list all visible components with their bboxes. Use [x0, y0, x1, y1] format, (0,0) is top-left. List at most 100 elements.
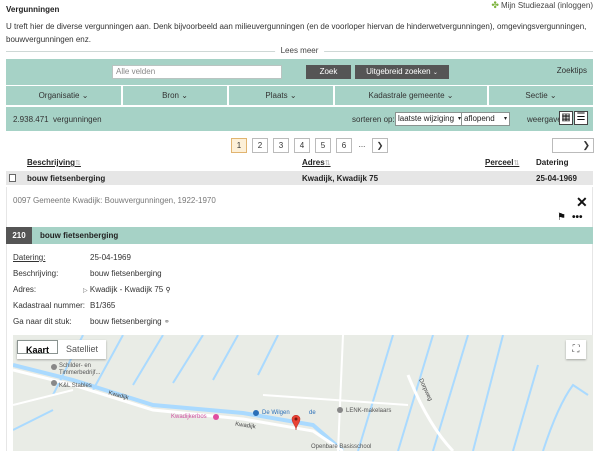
- column-perceel[interactable]: Perceel⇅: [485, 158, 519, 167]
- list-view-icon[interactable]: ☰: [574, 111, 588, 125]
- map-label-wilgen-suffix: de: [309, 410, 316, 416]
- facet-bar: Organisatie ⌄ Bron ⌄ Plaats ⌄ Kadastrale…: [6, 86, 593, 105]
- facet-label: Sectie: [525, 91, 548, 100]
- page-6[interactable]: 6: [336, 138, 352, 153]
- tab-satelliet[interactable]: Satelliet: [58, 340, 106, 359]
- next-page-button[interactable]: ❯: [372, 138, 388, 153]
- order-select[interactable]: aflopend ▾: [461, 112, 510, 126]
- field-value-datering: 25-04-1969: [90, 253, 131, 262]
- record-title: bouw fietsenberging: [40, 231, 119, 240]
- facet-organisatie[interactable]: Organisatie ⌄: [6, 86, 121, 105]
- map-label-kwadijkerbos: Kwadijkerbos: [171, 414, 207, 420]
- page-1[interactable]: 1: [231, 138, 247, 153]
- map-label-kl-stables: K&L Stables: [59, 383, 92, 389]
- map-label-schilder: Schilder- en: [59, 363, 92, 369]
- results-bar: 2.938.471 vergunningen sorteren op: laat…: [6, 107, 593, 131]
- zoektips-link[interactable]: Zoektips: [557, 66, 587, 75]
- sort-label: sorteren op:: [352, 115, 395, 124]
- facet-label: Bron: [162, 91, 179, 100]
- intro-text: U treft hier de diverse vergunningen aan…: [6, 22, 587, 44]
- column-beschrijving[interactable]: Beschrijving⇅: [27, 158, 81, 167]
- table-row[interactable]: bouw fietsenberging Kwadijk, Kwadijk 75 …: [6, 171, 593, 185]
- login-label: Mijn Studiezaal (inloggen): [500, 1, 593, 10]
- field-value-ga-naar[interactable]: bouw fietsenberging ⚭: [90, 317, 170, 326]
- page-5[interactable]: 5: [315, 138, 331, 153]
- chevron-down-icon: ⌄: [287, 91, 297, 100]
- adres-value: Kwadijk - Kwadijk 75: [89, 285, 164, 294]
- chevron-down-icon: ⌄: [178, 91, 188, 100]
- poi-marker-icon: [213, 414, 219, 420]
- zoek-button[interactable]: Zoek: [306, 65, 351, 79]
- tab-kaart[interactable]: Kaart: [17, 340, 59, 355]
- library-icon[interactable]: ⚑: [557, 212, 566, 223]
- map-label-wilgen: De Wilgen: [262, 410, 290, 416]
- poi-marker-icon: [51, 364, 57, 370]
- fullscreen-icon[interactable]: ⛶: [566, 340, 586, 359]
- page-2[interactable]: 2: [252, 138, 268, 153]
- page-4[interactable]: 4: [294, 138, 310, 153]
- field-label-ga-naar: Ga naar dit stuk:: [13, 317, 72, 326]
- column-datering: Datering: [536, 158, 569, 167]
- login-link[interactable]: ✤ Mijn Studiezaal (inloggen): [491, 0, 593, 11]
- lees-meer-wrap: Lees meer: [6, 46, 593, 56]
- pagination-ellipsis: ...: [357, 138, 367, 153]
- field-label-adres: Adres:: [13, 285, 37, 294]
- field-label-beschrijving: Beschrijving:: [13, 269, 59, 278]
- grid-view-icon[interactable]: ▦: [559, 111, 573, 125]
- facet-bron[interactable]: Bron ⌄: [123, 86, 227, 105]
- detail-tools: ⚑ •••: [557, 212, 582, 223]
- uitgebreid-label: Uitgebreid zoeken: [366, 67, 431, 76]
- order-value: aflopend: [464, 114, 495, 123]
- sort-icon: ⇅: [513, 160, 520, 167]
- sort-select[interactable]: laatste wijziging ▾: [395, 112, 464, 126]
- chevron-down-icon: ⌄: [547, 91, 557, 100]
- field-label-datering: Datering:: [13, 253, 46, 262]
- map-label-timmerbedrijf: Timmerbedrijf...: [59, 370, 101, 376]
- count-value: 2.938.471: [13, 115, 49, 124]
- map-label-lenk: LENK-makelaars: [346, 408, 392, 414]
- search-input[interactable]: Alle velden: [112, 65, 282, 79]
- facet-label: Kadastrale gemeente: [368, 91, 445, 100]
- search-bar: Alle velden Zoek Uitgebreid zoeken ⌄ Zoe…: [6, 59, 593, 85]
- detail-source: 0097 Gemeente Kwadijk: Bouwvergunningen,…: [13, 196, 216, 205]
- search-icon[interactable]: ⚲: [165, 287, 170, 294]
- chevron-right-icon: ❯: [376, 141, 384, 150]
- field-value-kadastraal: B1/365: [90, 301, 116, 310]
- field-value-adres[interactable]: ▷ Kwadijk - Kwadijk 75 ⚲: [83, 285, 171, 294]
- uitgebreid-zoeken-button[interactable]: Uitgebreid zoeken ⌄: [355, 65, 449, 79]
- chevron-right-icon: ❯: [582, 140, 590, 150]
- facet-plaats[interactable]: Plaats ⌄: [229, 86, 333, 105]
- poi-marker-icon: [253, 410, 259, 416]
- close-icon[interactable]: ✕: [576, 195, 588, 209]
- sort-icon: ⇅: [324, 160, 331, 167]
- facet-label: Organisatie: [38, 91, 80, 100]
- map[interactable]: Kaart Satelliet ⛶ Schilder- en Timmerbed…: [13, 335, 593, 451]
- expand-triangle-icon: ▷: [83, 288, 88, 294]
- stuk-link: bouw fietsenberging: [90, 317, 162, 326]
- record-number: 210: [6, 227, 32, 244]
- row-datering: 25-04-1969: [536, 174, 577, 183]
- facet-label: Plaats: [265, 91, 288, 100]
- lees-meer-link[interactable]: Lees meer: [274, 46, 325, 55]
- page-jump-button[interactable]: ❯: [552, 138, 594, 153]
- column-label: Beschrijving: [27, 158, 76, 167]
- page-3[interactable]: 3: [273, 138, 289, 153]
- link-icon: ⚭: [163, 319, 170, 326]
- column-label: Adres: [302, 158, 325, 167]
- poi-marker-icon: [337, 407, 343, 413]
- document-icon: [9, 174, 16, 182]
- row-beschrijving: bouw fietsenberging: [27, 174, 106, 183]
- more-icon[interactable]: •••: [572, 212, 583, 223]
- leaf-icon: ✤: [491, 0, 499, 10]
- poi-marker-icon: [51, 380, 57, 386]
- chevron-down-icon: ⌄: [444, 91, 454, 100]
- map-label-school: Openbare Basisschool: [311, 444, 372, 450]
- sort-icon: ⇅: [75, 160, 81, 167]
- chevron-down-icon: ⌄: [432, 70, 438, 76]
- facet-kadastrale-gemeente[interactable]: Kadastrale gemeente ⌄: [335, 86, 487, 105]
- sort-value: laatste wijziging: [398, 114, 455, 123]
- field-value-beschrijving: bouw fietsenberging: [90, 269, 162, 278]
- result-count: 2.938.471 vergunningen: [13, 115, 102, 124]
- column-adres[interactable]: Adres⇅: [302, 158, 331, 167]
- facet-sectie[interactable]: Sectie ⌄: [489, 86, 593, 105]
